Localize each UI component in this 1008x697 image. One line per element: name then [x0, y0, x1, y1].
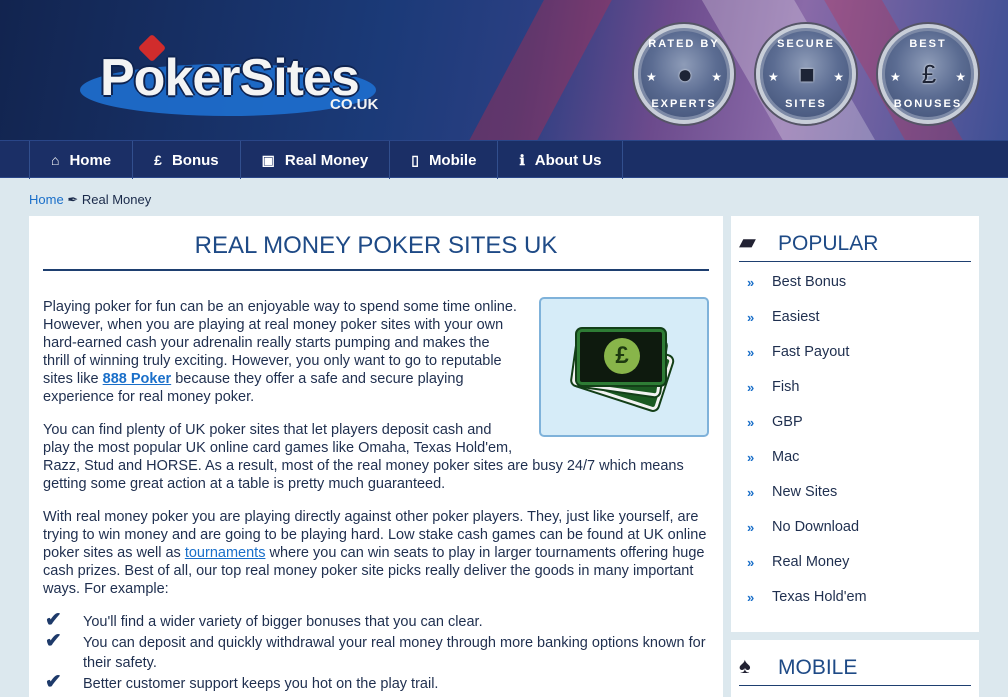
sidebar-item-gbp[interactable]: » GBP [747, 414, 967, 449]
best-bonuses-badge: BEST ★ £ ★ BONUSES [878, 24, 978, 124]
double-chevron-icon: » [747, 590, 754, 605]
widget-header: ▰ POPULAR [739, 220, 971, 262]
logo-tld: CO.UK [330, 96, 379, 113]
sidebar-item-mac[interactable]: » Mac [747, 449, 967, 484]
tournaments-link[interactable]: tournaments [185, 545, 266, 561]
sidebar-item-fast-payout[interactable]: » Fast Payout [747, 344, 967, 379]
cash-image: £ [539, 297, 709, 437]
badge-bottom-text: EXPERTS [651, 98, 717, 110]
badge-top-text: BEST [909, 38, 947, 50]
site-header: PokerSites CO.UK RATED BY ★ ● ★ EXPERTS … [0, 0, 1008, 140]
banknote: £ [577, 329, 665, 385]
folder-icon: ▰ [739, 229, 756, 254]
money-icon: ▣ [261, 151, 275, 168]
widget-header: ♠ MOBILE [739, 644, 971, 686]
nav-item-bonus[interactable]: £ Bonus [133, 141, 241, 179]
main-content: REAL MONEY POKER SITES UK £ Playing poke… [29, 216, 723, 697]
star-icon: ★ [890, 70, 901, 84]
sidebar-item-real-money[interactable]: » Real Money [747, 554, 967, 589]
article-body: £ Playing poker for fun can be an enjoya… [43, 297, 709, 613]
nav-item-mobile[interactable]: ▯ Mobile [390, 141, 499, 179]
breadcrumb-separator-icon: ✒ [67, 192, 79, 207]
double-chevron-icon: » [747, 485, 754, 500]
double-chevron-icon: » [747, 415, 754, 430]
sidebar-item-no-download[interactable]: » No Download [747, 519, 967, 554]
breadcrumb: Home ✒ Real Money [29, 192, 151, 208]
checkmark-icon: ✔ [45, 609, 62, 631]
nav-label: Real Money [284, 151, 369, 169]
star-icon: ★ [833, 70, 844, 84]
star-icon: ★ [646, 70, 657, 84]
widget-title: POPULAR [778, 232, 879, 255]
popular-list: » Best Bonus » Easiest » Fast Payout » Fish … [747, 274, 967, 624]
main-nav: ⌂ Home £ Bonus ▣ Real Money ▯ Mobile ℹ About … [0, 140, 1008, 179]
list-item: ✔ You can deposit and quickly withdrawal … [45, 630, 706, 671]
badge-top-text: RATED BY [648, 38, 720, 50]
double-chevron-icon: » [747, 345, 754, 360]
secure-sites-badge: SECURE ★ ■ ★ SITES [756, 24, 856, 124]
padlock-icon: ■ [799, 59, 815, 89]
pound-icon: £ [154, 152, 162, 168]
sidebar-item-easiest[interactable]: » Easiest [747, 309, 967, 344]
double-chevron-icon: » [747, 520, 754, 535]
nav-label: Home [69, 151, 112, 169]
nav-label: Mobile [428, 151, 477, 169]
logo-wordmark: PokerSites [100, 49, 360, 107]
checkmark-icon: ✔ [45, 630, 62, 652]
list-item: ✔ You'll find a wider variety of bigger b… [45, 609, 483, 631]
mobile-cards-icon: ♠ [739, 653, 751, 678]
sidebar-item-fish[interactable]: » Fish [747, 379, 967, 414]
paragraph: With real money poker you are playing di… [43, 509, 707, 597]
benefits-list: ✔ You'll find a wider variety of bigger b… [43, 609, 709, 695]
star-icon: ★ [711, 70, 722, 84]
double-chevron-icon: » [747, 555, 754, 570]
home-icon: ⌂ [51, 152, 60, 168]
nav-item-home[interactable]: ⌂ Home [30, 141, 134, 179]
double-chevron-icon: » [747, 380, 754, 395]
nav-item-about-us[interactable]: ℹ About Us [498, 141, 624, 179]
badge-bottom-text: BONUSES [893, 98, 963, 110]
mobile-widget: ♠ MOBILE [731, 640, 979, 697]
site-logo[interactable]: PokerSites CO.UK [80, 33, 380, 118]
list-item: ✔ Better customer support keeps you hot o… [45, 671, 439, 693]
double-chevron-icon: » [747, 310, 754, 325]
info-icon: ℹ [519, 151, 525, 168]
page-title: REAL MONEY POKER SITES UK [194, 232, 558, 259]
888-poker-link[interactable]: 888 Poker [103, 371, 172, 387]
checkmark-icon: ✔ [45, 671, 62, 693]
nav-item-real-money[interactable]: ▣ Real Money [241, 141, 391, 179]
double-chevron-icon: » [747, 275, 754, 290]
sidebar-item-new-sites[interactable]: » New Sites [747, 484, 967, 519]
pound-symbol-icon: £ [604, 338, 640, 374]
star-icon: ★ [768, 70, 779, 84]
breadcrumb-home-link[interactable]: Home [29, 192, 64, 207]
person-silhouette-icon: ● [677, 59, 693, 89]
widget-title: MOBILE [778, 656, 858, 679]
badge-bottom-text: SITES [785, 98, 827, 110]
nav-label: About Us [534, 151, 602, 169]
star-icon: ★ [955, 70, 966, 84]
flag-stripe [442, 0, 618, 140]
rated-by-experts-badge: RATED BY ★ ● ★ EXPERTS [634, 24, 734, 124]
nav-label: Bonus [171, 151, 219, 169]
breadcrumb-current: Real Money [81, 192, 152, 207]
sidebar-item-best-bonus[interactable]: » Best Bonus [747, 274, 967, 309]
pound-coin-icon: £ [921, 59, 937, 89]
popular-widget: ▰ POPULAR » Best Bonus » Easiest » Fast Pay… [731, 216, 979, 632]
title-divider [43, 269, 709, 271]
sidebar-item-texas-holdem[interactable]: » Texas Hold'em [747, 589, 967, 624]
badge-top-text: SECURE [777, 38, 835, 50]
mobile-icon: ▯ [411, 151, 419, 168]
double-chevron-icon: » [747, 450, 754, 465]
